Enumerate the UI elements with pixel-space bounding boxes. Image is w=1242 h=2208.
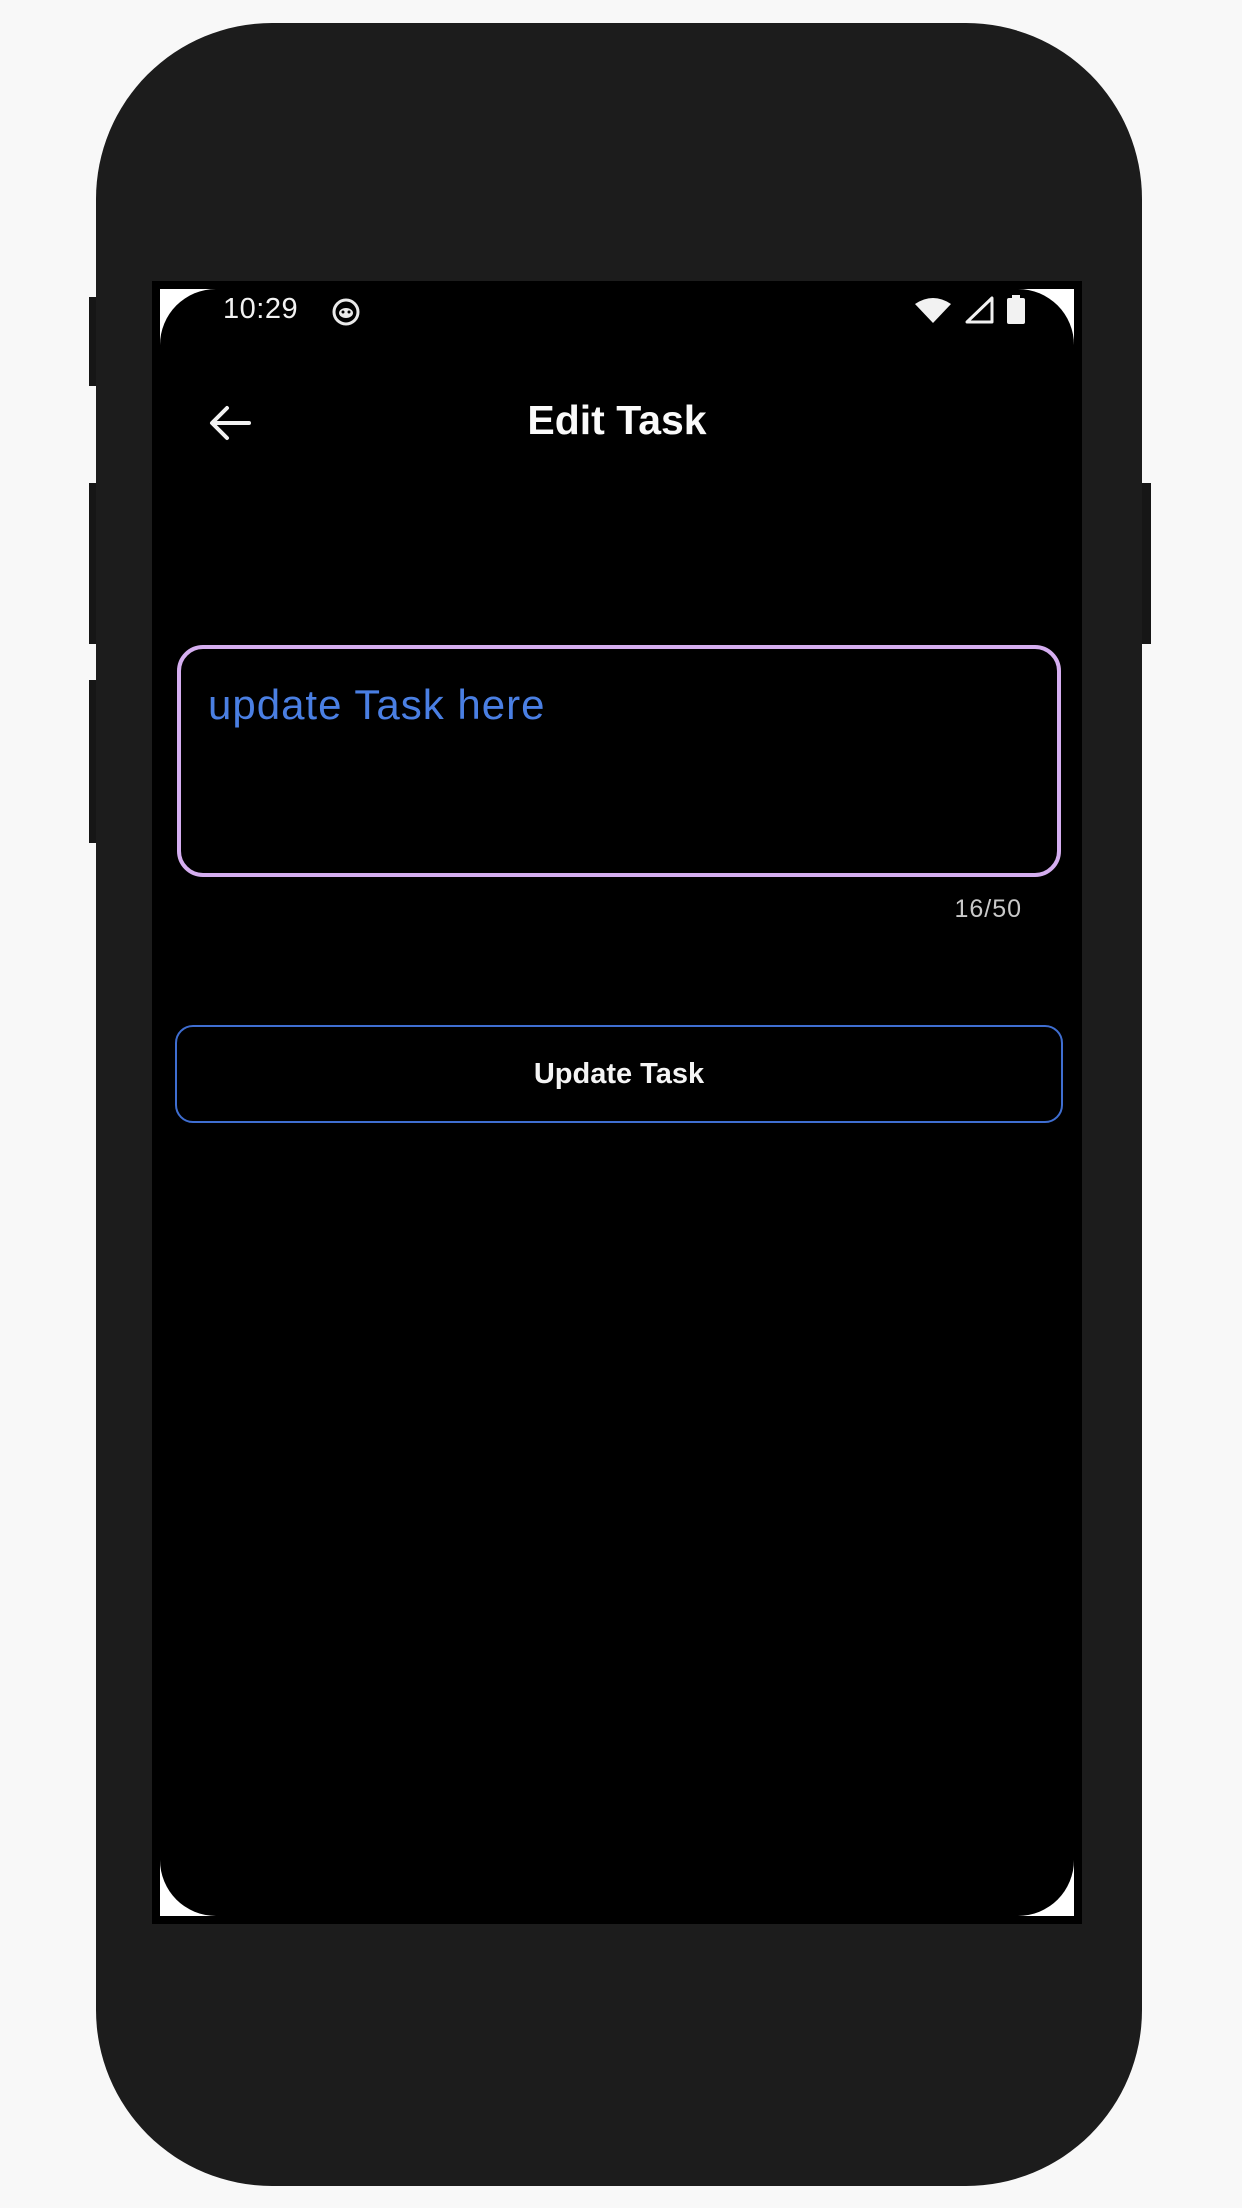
status-bar: 10:29 xyxy=(160,289,1074,333)
cell-signal-icon xyxy=(964,296,994,329)
app-bar: Edit Task xyxy=(160,389,1074,459)
update-task-button-label: Update Task xyxy=(533,1057,705,1090)
wifi-icon xyxy=(914,296,952,329)
status-time: 10:29 xyxy=(223,293,299,325)
update-task-button[interactable]: Update Task xyxy=(175,1025,1063,1123)
task-input-value[interactable]: update Task here xyxy=(208,681,545,729)
page-title: Edit Task xyxy=(527,397,707,443)
character-counter: 16/50 xyxy=(954,895,1022,923)
task-text-field[interactable]: update Task here xyxy=(177,645,1061,877)
battery-icon xyxy=(1006,295,1026,330)
cat-face-icon xyxy=(330,295,362,327)
app-screen: 10:29 Edit Task update Task here 16/50 U… xyxy=(160,289,1074,1916)
canvas: 10:29 Edit Task update Task here 16/50 U… xyxy=(0,0,1242,2208)
status-icons xyxy=(914,295,1026,330)
